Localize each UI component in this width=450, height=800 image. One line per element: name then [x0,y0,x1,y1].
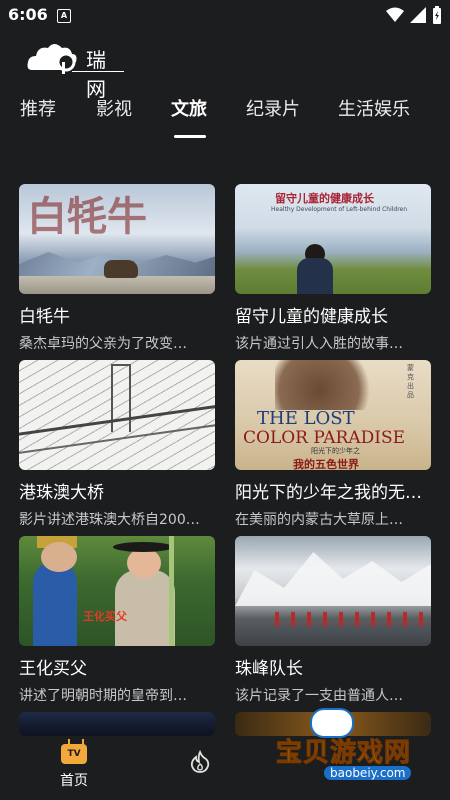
status-icons [386,6,442,24]
video-description: 影片讲述港珠澳大桥自200… [19,512,200,528]
video-thumbnail[interactable] [19,360,215,470]
actor-face-shape [127,548,161,578]
cellular-icon [410,7,426,23]
video-title[interactable]: 王化买父 [19,654,215,679]
snow-mountain-shape [235,552,431,606]
actor-figure-shape [33,562,77,646]
tv-icon: TV [61,744,87,764]
watermark-text: 宝贝游戏网 [275,738,412,769]
status-bar: 6:06 A [0,0,450,32]
video-thumbnail[interactable] [235,536,431,646]
climbers-shape [275,612,425,626]
logo-underline [72,71,124,72]
video-description: 该片记录了一支由普通人… [235,688,403,704]
app-logo: 瑞网 [26,40,126,101]
video-card[interactable]: 王化买父 王化买父 讲述了明朝时期的皇帝到… [19,536,215,705]
video-thumbnail[interactable]: 白牦牛 [19,184,215,294]
thumbnail-title-art: 王化买父 [83,610,127,623]
tab-culture-travel[interactable]: 文旅 [171,95,207,121]
video-description: 讲述了明朝时期的皇帝到… [19,688,187,704]
video-title[interactable]: 白牦牛 [19,302,215,327]
cloud-logo-icon [27,44,77,74]
video-title[interactable]: 珠峰队长 [235,654,431,679]
wifi-icon [386,7,404,22]
video-thumbnail[interactable] [19,712,215,736]
child-figure-shape [297,258,333,294]
video-title[interactable]: 港珠澳大桥 [19,478,215,503]
video-thumbnail[interactable]: 留守儿童的健康成长 Healthy Development of Left-be… [235,184,431,294]
poster-cn-title: 我的五色世界 [293,458,359,470]
notification-a-icon: A [57,9,71,23]
status-time: 6:06 [8,5,48,24]
tab-recommend[interactable]: 推荐 [20,95,56,121]
video-title[interactable]: 留守儿童的健康成长 [235,302,431,327]
video-card[interactable]: THE LOST COLOR PARADISE 阳光下的少年之 我的五色世界 蒙… [235,360,431,529]
video-description: 桑杰卓玛的父亲为了改变… [19,336,187,352]
poster-side-text: 蒙克出品 [407,364,414,399]
site-watermark: 宝贝游戏网 baobeiy.com [268,706,444,796]
category-tabs: 推荐 影视 文旅 纪录片 生活娱乐 [0,95,450,145]
video-description: 在美丽的内蒙古大草原上… [235,512,403,528]
tab-lifestyle[interactable]: 生活娱乐 [338,95,410,121]
video-card[interactable] [19,712,215,736]
video-thumbnail[interactable]: THE LOST COLOR PARADISE 阳光下的少年之 我的五色世界 蒙… [235,360,431,470]
video-description: 该片通过引人入胜的故事… [235,336,403,352]
poster-title-line1: THE LOST [257,408,355,429]
bamboo-pole-shape [169,536,174,646]
poster-cn-subtitle: 阳光下的少年之 [311,447,360,455]
actor-face-shape [41,542,77,572]
battery-icon [433,6,441,24]
flame-icon[interactable] [188,750,212,774]
active-tab-indicator [174,135,206,138]
logo-text: 瑞网 [86,48,107,101]
video-card[interactable]: 港珠澳大桥 影片讲述港珠澳大桥自200… [19,360,215,529]
video-title[interactable]: 阳光下的少年之我的无… [235,478,431,503]
nav-home[interactable]: TV 首页 [52,744,96,790]
video-card[interactable]: 白牦牛 白牦牛 桑杰卓玛的父亲为了改变… [19,184,215,353]
horse-shape [275,360,385,410]
video-card[interactable]: 珠峰队长 该片记录了一支由普通人… [235,536,431,705]
straw-hat-shape [113,542,173,552]
yak-shape [104,260,138,278]
thumbnail-subtitle: Healthy Development of Left-behind Child… [271,206,408,213]
video-thumbnail[interactable]: 王化买父 [19,536,215,646]
video-card[interactable]: 留守儿童的健康成长 Healthy Development of Left-be… [235,184,431,353]
watermark-url: baobeiy.com [324,766,412,780]
thumbnail-title: 留守儿童的健康成长 [275,192,374,205]
nav-home-label: 首页 [60,773,88,789]
tab-documentary[interactable]: 纪录片 [246,95,300,121]
tab-film[interactable]: 影视 [96,95,132,121]
thumbnail-title-art: 白牦牛 [27,193,147,240]
poster-title-line2: COLOR PARADISE [243,428,406,448]
